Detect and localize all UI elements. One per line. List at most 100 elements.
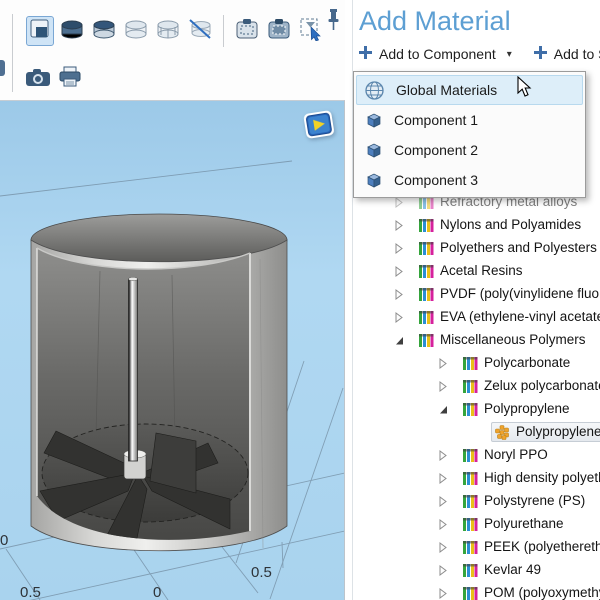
button-label: Add to Selection bbox=[554, 46, 600, 62]
collapse-toggle-icon[interactable] bbox=[437, 493, 451, 509]
tree-row-label: PEEK (polyetheretherketone) bbox=[484, 539, 600, 554]
collapse-toggle-icon[interactable] bbox=[437, 585, 451, 600]
material-group-icon bbox=[462, 516, 478, 532]
tree-row[interactable]: POM (polyoxymethylene) bbox=[353, 581, 600, 600]
tree-row[interactable]: Polycarbonate bbox=[353, 351, 600, 374]
tree-row[interactable]: Noryl PPO bbox=[353, 443, 600, 466]
component-cube-icon bbox=[365, 172, 382, 189]
collapse-toggle-icon[interactable] bbox=[437, 355, 451, 371]
axis-tick-label: 0 bbox=[153, 584, 161, 600]
collapse-toggle-icon[interactable] bbox=[437, 378, 451, 394]
tree-row-label: Kevlar 49 bbox=[484, 562, 541, 577]
tree-row[interactable]: Kevlar 49 bbox=[353, 558, 600, 581]
tree-row[interactable]: Acetal Resins bbox=[353, 259, 600, 282]
tree-row-label: PVDF (poly(vinylidene fluoride)) bbox=[440, 286, 600, 301]
tree-row-label: Nylons and Polyamides bbox=[440, 217, 581, 232]
collapse-toggle-icon[interactable] bbox=[393, 286, 407, 302]
image-dashed-icon bbox=[235, 18, 259, 45]
collapse-toggle-icon[interactable] bbox=[437, 447, 451, 463]
component-dropdown-menu: Global Materials Component 1 Component 2Co… bbox=[353, 71, 586, 198]
tree-row[interactable]: Polypropylene bbox=[353, 397, 600, 420]
collapse-toggle-icon[interactable] bbox=[437, 539, 451, 555]
render-none-button[interactable] bbox=[186, 16, 214, 46]
tree-row-label: Polyethers and Polyesters bbox=[440, 240, 597, 255]
tree-row-label: EVA (ethylene-vinyl acetate) bbox=[440, 309, 600, 324]
pin-icon[interactable] bbox=[327, 8, 340, 37]
material-tree: Refractory metal alloysNylons and Polyam… bbox=[353, 190, 600, 600]
collapse-toggle-icon[interactable] bbox=[437, 516, 451, 532]
add-to-component-button[interactable]: Add to Component▾ bbox=[359, 46, 512, 62]
tree-row[interactable]: Polypropylene bbox=[353, 420, 600, 443]
3d-mixer-model[interactable] bbox=[0, 101, 345, 600]
component-cube-icon bbox=[365, 112, 382, 129]
tree-row[interactable]: Nylons and Polyamides bbox=[353, 213, 600, 236]
material-group-icon bbox=[418, 263, 434, 279]
menu-item-component-3[interactable]: Component 3 bbox=[356, 165, 583, 195]
menu-item-label: Global Materials bbox=[396, 82, 497, 98]
material-group-icon bbox=[418, 286, 434, 302]
globe-icon bbox=[365, 81, 384, 100]
clipped-toolbar-icon bbox=[0, 60, 5, 76]
tree-row[interactable]: Zelux polycarbonate bbox=[353, 374, 600, 397]
image-export-button[interactable] bbox=[265, 16, 293, 46]
cylinder-slash-icon bbox=[188, 18, 212, 45]
tree-row[interactable]: Polyurethane bbox=[353, 512, 600, 535]
render-edges-button[interactable] bbox=[154, 16, 182, 46]
dropdown-arrow-icon: ▾ bbox=[507, 49, 512, 60]
toolbar-separator bbox=[223, 15, 224, 47]
menu-item-label: Component 1 bbox=[394, 112, 478, 128]
material-group-icon bbox=[418, 309, 434, 325]
collapse-toggle-icon[interactable] bbox=[437, 562, 451, 578]
collapse-toggle-icon[interactable] bbox=[437, 470, 451, 486]
collapse-toggle-icon[interactable] bbox=[393, 240, 407, 256]
render-shaded-button[interactable] bbox=[90, 16, 118, 46]
menu-item-global-materials[interactable]: Global Materials bbox=[356, 75, 583, 105]
zoom-box-button[interactable] bbox=[233, 16, 261, 46]
material-group-icon bbox=[462, 585, 478, 600]
tree-row-label: Polypropylene bbox=[516, 424, 600, 439]
material-group-icon bbox=[462, 378, 478, 394]
chevron-down-icon[interactable] bbox=[306, 16, 316, 34]
image-dashed-dark-icon bbox=[267, 18, 291, 45]
material-group-icon bbox=[462, 401, 478, 417]
tree-row[interactable]: Miscellaneous Polymers bbox=[353, 328, 600, 351]
material-group-icon bbox=[418, 240, 434, 256]
tree-row[interactable]: PEEK (polyetheretherketone) bbox=[353, 535, 600, 558]
material-group-icon bbox=[462, 447, 478, 463]
collapse-toggle-icon[interactable] bbox=[393, 217, 407, 233]
menu-item-component-2[interactable]: Component 2 bbox=[356, 135, 583, 165]
collapse-toggle-icon[interactable] bbox=[437, 401, 451, 417]
collapse-toggle-icon[interactable] bbox=[393, 332, 407, 348]
snapshot-button[interactable] bbox=[24, 64, 52, 94]
graphics-plot-icon bbox=[300, 106, 339, 145]
material-group-icon bbox=[462, 470, 478, 486]
material-group-icon bbox=[418, 332, 434, 348]
render-wireframe-button[interactable] bbox=[122, 16, 150, 46]
tree-row[interactable]: Polystyrene (PS) bbox=[353, 489, 600, 512]
cylinder-wire-icon bbox=[156, 19, 180, 44]
view-default-icon bbox=[29, 18, 51, 45]
graphics-view[interactable]: 00.500.5 bbox=[0, 100, 345, 600]
tree-row-label: Polycarbonate bbox=[484, 355, 570, 370]
material-group-icon bbox=[418, 217, 434, 233]
tree-row-label: Polystyrene (PS) bbox=[484, 493, 585, 508]
go-to-default-view-button[interactable] bbox=[26, 16, 54, 46]
tree-row[interactable]: EVA (ethylene-vinyl acetate) bbox=[353, 305, 600, 328]
printer-icon bbox=[58, 66, 82, 93]
tree-row-label: Polypropylene bbox=[484, 401, 570, 416]
add-to-selection-button[interactable]: Add to Selection bbox=[534, 46, 600, 62]
tree-row[interactable]: PVDF (poly(vinylidene fluoride)) bbox=[353, 282, 600, 305]
material-group-icon bbox=[462, 539, 478, 555]
print-button[interactable] bbox=[56, 64, 84, 94]
collapse-toggle-icon[interactable] bbox=[393, 263, 407, 279]
menu-item-component-1[interactable]: Component 1 bbox=[356, 105, 583, 135]
render-solid-button[interactable] bbox=[58, 16, 86, 46]
cylinder-light-icon bbox=[124, 19, 148, 44]
page-title: Add Material bbox=[359, 6, 511, 37]
tree-row[interactable]: Polyethers and Polyesters bbox=[353, 236, 600, 259]
impeller-shaft bbox=[129, 279, 138, 461]
plus-icon bbox=[359, 46, 372, 62]
axis-tick-label: 0 bbox=[0, 532, 8, 549]
collapse-toggle-icon[interactable] bbox=[393, 309, 407, 325]
tree-row[interactable]: High density polyethylene bbox=[353, 466, 600, 489]
